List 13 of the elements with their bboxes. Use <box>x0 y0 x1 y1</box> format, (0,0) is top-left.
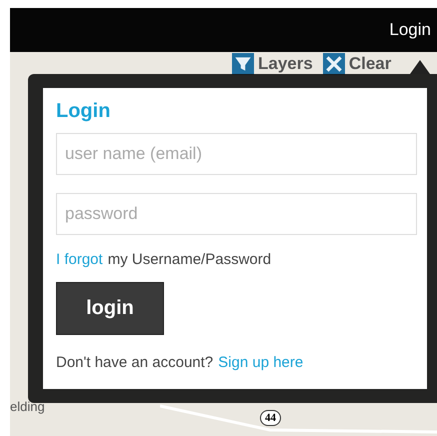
login-button[interactable]: login <box>56 282 164 335</box>
map-place-label: elding <box>10 399 45 414</box>
toolbar-label[interactable]: Layers <box>258 54 313 74</box>
forgot-text: my Username/Password <box>108 251 272 268</box>
road-shield: 44 <box>260 410 281 426</box>
login-link[interactable]: Login <box>389 20 431 40</box>
input-field[interactable]: user name (email) <box>56 133 417 175</box>
signup-prompt: Don't have an account? <box>56 354 214 371</box>
input-field[interactable]: password <box>56 193 417 235</box>
close-icon[interactable] <box>322 53 345 75</box>
funnel-icon[interactable] <box>232 53 254 75</box>
popup-title: Login <box>56 100 110 123</box>
toolbar-label[interactable]: Clear <box>348 54 392 74</box>
